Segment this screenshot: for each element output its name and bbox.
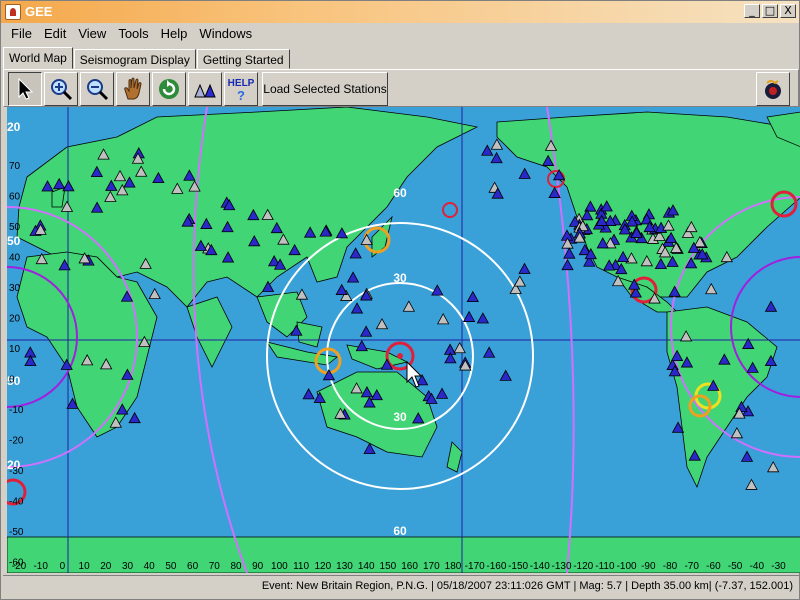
longitude-label: 80: [230, 561, 242, 572]
longitude-label: 100: [271, 561, 288, 572]
latitude-label: 10: [9, 344, 21, 355]
latitude-label: -50: [9, 527, 24, 538]
ring-label-60-bottom: 60: [393, 524, 407, 538]
latitude-label: 40: [9, 253, 21, 264]
longitude-label: 50: [165, 561, 177, 572]
stations-button[interactable]: [188, 72, 222, 106]
longitude-label: 70: [209, 561, 221, 572]
tab-strip: World Map Seismogram Display Getting Sta…: [3, 47, 291, 69]
longitude-label: -80: [663, 561, 678, 572]
world-map-canvas[interactable]: 60 30 30 60 20 50 50 20 706050403020100-…: [7, 107, 800, 573]
longitude-label: 90: [252, 561, 264, 572]
selected-event-dot[interactable]: [397, 353, 403, 359]
zoom-out-button[interactable]: [80, 72, 114, 106]
tab-world-map[interactable]: World Map: [3, 47, 73, 69]
earthquake-app-icon: [765, 80, 781, 99]
menu-file[interactable]: File: [5, 26, 38, 41]
longitude-label: 10: [79, 561, 91, 572]
close-button[interactable]: X: [780, 4, 796, 18]
zoom-in-icon: [51, 79, 73, 101]
refresh-button[interactable]: [152, 72, 186, 106]
menu-view[interactable]: View: [72, 26, 112, 41]
minimize-button[interactable]: _: [744, 4, 760, 18]
longitude-label: -70: [684, 561, 699, 572]
longitude-label: -170: [465, 561, 485, 572]
pan-hand-icon: [124, 77, 142, 100]
longitude-label: 20: [100, 561, 112, 572]
longitude-label: -160: [486, 561, 506, 572]
status-bar: Event: New Britain Region, P.N.G. | 05/1…: [3, 575, 799, 597]
ring-label-30-bottom: 30: [393, 410, 407, 424]
latitude-label: 50: [9, 222, 21, 233]
latitude-label: 20: [9, 314, 21, 325]
longitude-label: 120: [314, 561, 331, 572]
svg-text:?: ?: [237, 88, 245, 102]
event-status-text: Event: New Britain Region, P.N.G. | 05/1…: [261, 580, 793, 592]
latitude-label: -30: [9, 466, 24, 477]
menu-tools[interactable]: Tools: [112, 26, 154, 41]
window-controls: _ □ X: [744, 4, 796, 18]
menu-windows[interactable]: Windows: [193, 26, 258, 41]
maximize-button[interactable]: □: [762, 4, 778, 18]
longitude-label: -140: [530, 561, 550, 572]
world-map[interactable]: 60 30 30 60 20 50 50 20 70 60 50 40 30 20 10 0-…: [7, 107, 800, 573]
zoom-in-button[interactable]: [44, 72, 78, 106]
help-icon: HELP?: [228, 78, 254, 102]
longitude-label: -60: [706, 561, 721, 572]
longitude-label: 0: [60, 561, 66, 572]
edge-label-20-top: 20: [7, 120, 21, 134]
longitude-label: 110: [293, 561, 309, 572]
latitude-label: 60: [9, 192, 21, 203]
pan-button[interactable]: [116, 72, 150, 106]
longitude-label: 40: [144, 561, 156, 572]
longitude-label: -30: [771, 561, 786, 572]
longitude-label: 170: [423, 561, 440, 572]
load-selected-stations-button[interactable]: Load Selected Stations: [262, 72, 388, 106]
app-icon: [5, 4, 21, 20]
longitude-label: 140: [358, 561, 375, 572]
longitude-label: 180: [445, 561, 462, 572]
longitude-label: -120: [573, 561, 593, 572]
window-title: GEE: [25, 4, 53, 19]
longitude-label: 30: [122, 561, 134, 572]
longitude-label: 150: [380, 561, 397, 572]
longitude-label: -150: [508, 561, 528, 572]
help-button[interactable]: HELP?: [224, 72, 258, 106]
pointer-tool-button[interactable]: [8, 72, 42, 106]
pointer-icon: [18, 77, 34, 100]
longitude-label: -40: [750, 561, 765, 572]
stations-icon: [194, 83, 216, 98]
latitude-label: -40: [9, 497, 24, 508]
tab-getting-started[interactable]: Getting Started: [196, 49, 290, 69]
latitude-label: 70: [9, 161, 21, 172]
toolbar: HELP? Load Selected Stations: [3, 69, 799, 107]
menu-edit[interactable]: Edit: [38, 26, 72, 41]
latitude-label: 0: [9, 375, 15, 386]
ring-label-60-top: 60: [393, 186, 407, 200]
app-logo-button[interactable]: [756, 72, 790, 106]
longitude-label: -20: [12, 561, 27, 572]
app-window: GEE _ □ X File Edit View Tools Help Wind…: [0, 0, 800, 600]
latitude-label: 30: [9, 283, 21, 294]
longitude-label: 130: [336, 561, 353, 572]
latitude-label: -20: [9, 436, 24, 447]
tab-seismogram-display[interactable]: Seismogram Display: [73, 49, 196, 69]
zoom-out-icon: [87, 79, 109, 101]
refresh-icon: [159, 79, 179, 99]
latitude-label: -10: [9, 405, 24, 416]
longitude-label: 60: [187, 561, 199, 572]
ring-label-30-top: 30: [393, 271, 407, 285]
menu-bar: File Edit View Tools Help Windows: [1, 23, 799, 43]
longitude-label: -50: [728, 561, 743, 572]
longitude-label: -100: [617, 561, 637, 572]
longitude-label: -130: [551, 561, 571, 572]
menu-help[interactable]: Help: [155, 26, 194, 41]
longitude-label: 160: [401, 561, 418, 572]
title-bar[interactable]: GEE _ □ X: [1, 1, 799, 23]
edge-label-50-upper: 50: [7, 234, 21, 248]
longitude-label: -90: [641, 561, 656, 572]
longitude-label: -10: [33, 561, 48, 572]
longitude-label: -110: [595, 561, 615, 572]
